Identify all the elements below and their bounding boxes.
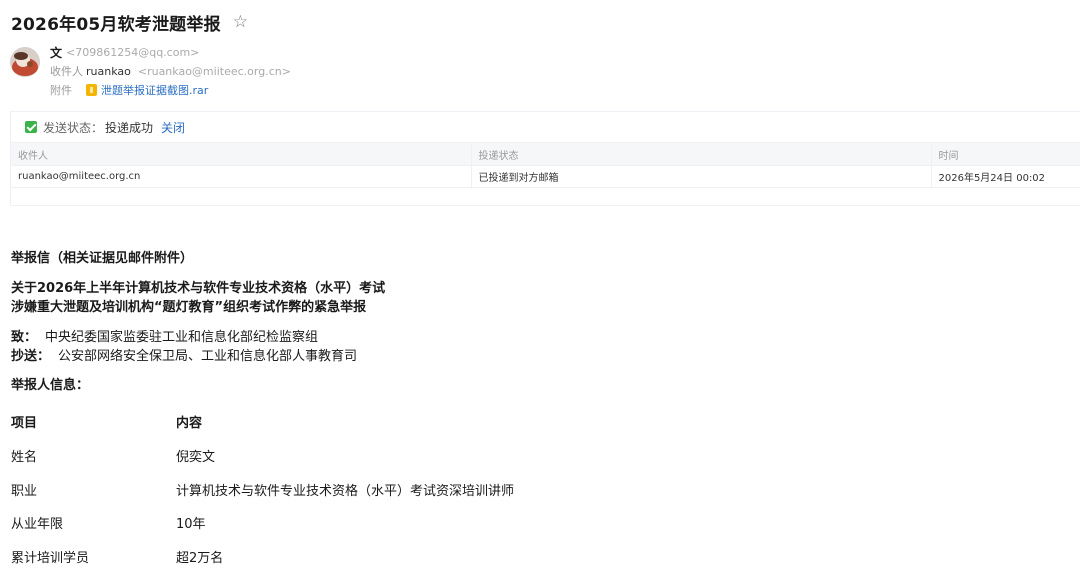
- email-subject: 2026年05月软考泄题举报 ☆: [11, 10, 248, 35]
- delivery-table-header: 收件人 投递状态 时间: [11, 142, 1080, 166]
- row-item: 姓名: [11, 450, 38, 465]
- attachment-row: 附件 泄题举报证据截图.rar: [50, 82, 208, 98]
- attachment-link[interactable]: 泄题举报证据截图.rar: [101, 82, 208, 98]
- reporter-info-heading: 举报人信息：: [11, 378, 90, 393]
- letter-subject-line-1: 关于2026年上半年计算机技术与软件专业技术资格（水平）考试: [11, 281, 386, 296]
- check-icon: [25, 121, 37, 133]
- addressee-key: 致：: [11, 330, 38, 345]
- column-header-status: 投递状态: [470, 142, 931, 166]
- row-content: 超2万名: [176, 551, 224, 566]
- subject-title: 2026年05月软考泄题举报: [11, 14, 221, 35]
- delivery-state-cell: 已投递到对方邮箱: [470, 165, 931, 188]
- recipient-cell: ruankao@miiteec.org.cn: [11, 165, 471, 188]
- archive-file-icon: [86, 84, 97, 96]
- table-row: ruankao@miiteec.org.cn 已投递到对方邮箱 2026年5月2…: [11, 165, 1080, 188]
- addressee-line: 致： 中央纪委国家监委驻工业和信息化部纪检监察组: [11, 326, 318, 345]
- sender-avatar[interactable]: [10, 47, 40, 77]
- to-label: 收件人: [50, 65, 83, 78]
- row-item: 累计培训学员: [11, 551, 90, 566]
- sender-address: <709861254@qq.com>: [66, 45, 200, 59]
- to-row: 收件人 ruankao <ruankao@miiteec.org.cn>: [50, 63, 291, 79]
- row-content: 计算机技术与软件专业技术资格（水平）考试资深培训讲师: [176, 484, 515, 499]
- delivery-time-cell: 2026年5月24日 00:02: [930, 165, 1080, 188]
- delivery-status-header: 发送状态： 投递成功 关闭: [11, 112, 1080, 142]
- cc-value: 公安部网络安全保卫局、工业和信息化部人事教育司: [58, 349, 358, 364]
- delivery-table: 收件人 投递状态 时间 ruankao@miiteec.org.cn 已投递到对…: [11, 142, 1080, 188]
- delivery-status-label: 发送状态：: [43, 120, 104, 135]
- row-item: 职业: [11, 484, 38, 499]
- column-header-time: 时间: [930, 142, 1080, 166]
- header-item: 项目: [11, 416, 38, 431]
- to-name[interactable]: ruankao: [86, 65, 131, 78]
- sender-name[interactable]: 文: [50, 44, 62, 61]
- delivery-status-panel: 发送状态： 投递成功 关闭 收件人 投递状态 时间 ruankao@miitee…: [10, 111, 1080, 206]
- row-content: 10年: [176, 517, 206, 532]
- row-content: 倪奕文: [176, 450, 216, 465]
- attachment-label: 附件: [50, 84, 72, 97]
- cc-line: 抄送： 公安部网络安全保卫局、工业和信息化部人事教育司: [11, 345, 357, 364]
- avatar-image: [10, 47, 40, 77]
- header-content: 内容: [176, 416, 203, 431]
- delivery-status-value: 投递成功: [105, 120, 154, 135]
- letter-subject-line-2: 涉嫌重大泄题及培训机构“题灯教育”组织考试作弊的紧急举报: [11, 300, 367, 315]
- cc-key: 抄送：: [11, 349, 51, 364]
- to-address: <ruankao@miiteec.org.cn>: [137, 64, 291, 78]
- column-header-recipient: 收件人: [11, 142, 471, 166]
- row-item: 从业年限: [11, 517, 64, 532]
- addressee-value: 中央纪委国家监委驻工业和信息化部纪检监察组: [45, 330, 319, 345]
- letter-title: 举报信（相关证据见邮件附件）: [11, 251, 194, 266]
- from-row: 文 <709861254@qq.com>: [50, 44, 199, 60]
- close-delivery-link[interactable]: 关闭: [161, 119, 185, 136]
- star-icon[interactable]: ☆: [233, 12, 248, 32]
